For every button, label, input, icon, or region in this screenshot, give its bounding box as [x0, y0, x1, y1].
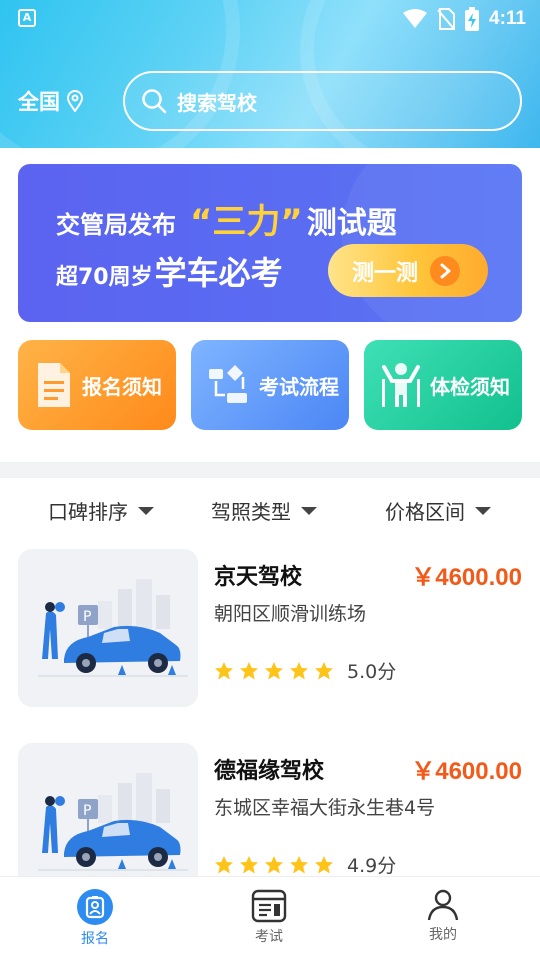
star-icon [265, 661, 283, 679]
tab-label: 我的 [429, 927, 457, 943]
take-test-label: 测一测 [352, 260, 419, 286]
status-bar: A 4:11 [0, 0, 540, 38]
region-label: 全国 [18, 90, 60, 114]
quick-link-registration-notice[interactable]: 报名须知 [18, 340, 176, 430]
chevron-right-icon [430, 255, 461, 286]
school-list-item[interactable]: P 京天驾校 ￥4600.00 朝阳区顺滑训练场 5.0分 [18, 549, 522, 709]
school-price: ￥4600.00 [411, 758, 522, 785]
school-address: 朝阳区顺滑训练场 [214, 603, 367, 625]
quick-link-exam-process[interactable]: 考试流程 [191, 340, 349, 430]
banner-text-2: 测试题 [306, 206, 397, 241]
svg-text:P: P [83, 609, 91, 625]
filter-license-type[interactable]: 驾照类型 [211, 496, 317, 525]
banner-headline: 交管局发布 “三力” 测试题 [56, 194, 397, 243]
tab-label: 报名 [81, 931, 109, 947]
filter-label: 口碑排序 [48, 500, 128, 524]
header: A 4:11 全国 搜索驾校 [0, 0, 540, 148]
banner-highlight: “三力” [190, 202, 303, 242]
star-icon [240, 855, 258, 873]
school-rating: 5.0分 [214, 657, 396, 684]
quick-link-label: 报名须知 [82, 374, 162, 399]
school-rating: 4.9分 [214, 851, 396, 878]
flowchart-icon [209, 365, 247, 403]
location-pin-icon [66, 90, 84, 112]
banner-subline: 超70周岁 学车必考 [56, 248, 283, 294]
status-icons: 4:11 [403, 6, 526, 32]
school-score: 4.9分 [347, 855, 397, 877]
badge-icon [77, 889, 113, 925]
quick-link-label: 体检须知 [430, 374, 510, 399]
user-icon [427, 889, 459, 921]
star-icon [240, 661, 258, 679]
caret-down-icon [138, 506, 154, 515]
tab-profile[interactable]: 我的 [403, 889, 483, 944]
caret-down-icon [475, 506, 491, 515]
take-test-button[interactable]: 测一测 [328, 244, 488, 297]
school-name: 德福缘驾校 [214, 759, 325, 784]
school-thumbnail: P [18, 549, 198, 707]
school-name: 京天驾校 [214, 565, 303, 590]
school-price: ￥4600.00 [411, 564, 522, 591]
no-sim-icon [437, 8, 456, 30]
star-icon [215, 661, 233, 679]
search-placeholder: 搜索驾校 [177, 90, 257, 115]
star-icon [315, 855, 333, 873]
search-icon [142, 89, 167, 114]
school-score: 5.0分 [347, 661, 397, 683]
search-input[interactable]: 搜索驾校 [123, 71, 522, 131]
wifi-icon [403, 9, 428, 28]
caret-down-icon [301, 506, 317, 515]
star-icon [290, 855, 308, 873]
quick-link-label: 考试流程 [259, 374, 339, 399]
app-status-icon: A [18, 9, 36, 27]
banner-text-1: 交管局发布 [56, 211, 176, 239]
clock: 4:11 [489, 8, 526, 29]
star-icon [315, 661, 333, 679]
tab-label: 考试 [255, 929, 283, 945]
banner-text-4: 学车必考 [154, 254, 283, 292]
quick-link-health-check[interactable]: 体检须知 [364, 340, 522, 430]
battery-charging-icon [465, 7, 480, 31]
bottom-tab-bar: 报名 考试 我的 [0, 876, 540, 960]
banner-decoration [342, 164, 522, 322]
star-icon [215, 855, 233, 873]
star-icon [265, 855, 283, 873]
filter-price-range[interactable]: 价格区间 [385, 496, 491, 525]
filter-label: 驾照类型 [211, 500, 291, 524]
document-icon [38, 363, 70, 407]
exam-icon [251, 889, 287, 923]
filter-label: 价格区间 [385, 500, 465, 524]
fitness-icon [382, 363, 420, 407]
tab-register[interactable]: 报名 [55, 889, 135, 948]
promo-banner[interactable]: 交管局发布 “三力” 测试题 超70周岁 学车必考 测一测 [18, 164, 522, 322]
star-icon [290, 661, 308, 679]
section-divider [0, 462, 540, 478]
school-address: 东城区幸福大街永生巷4号 [214, 797, 436, 819]
region-selector[interactable]: 全国 [18, 86, 84, 116]
svg-text:P: P [83, 803, 91, 819]
banner-text-3: 超70周岁 [56, 265, 153, 290]
filter-reputation-sort[interactable]: 口碑排序 [48, 496, 154, 525]
tab-exam[interactable]: 考试 [229, 889, 309, 946]
